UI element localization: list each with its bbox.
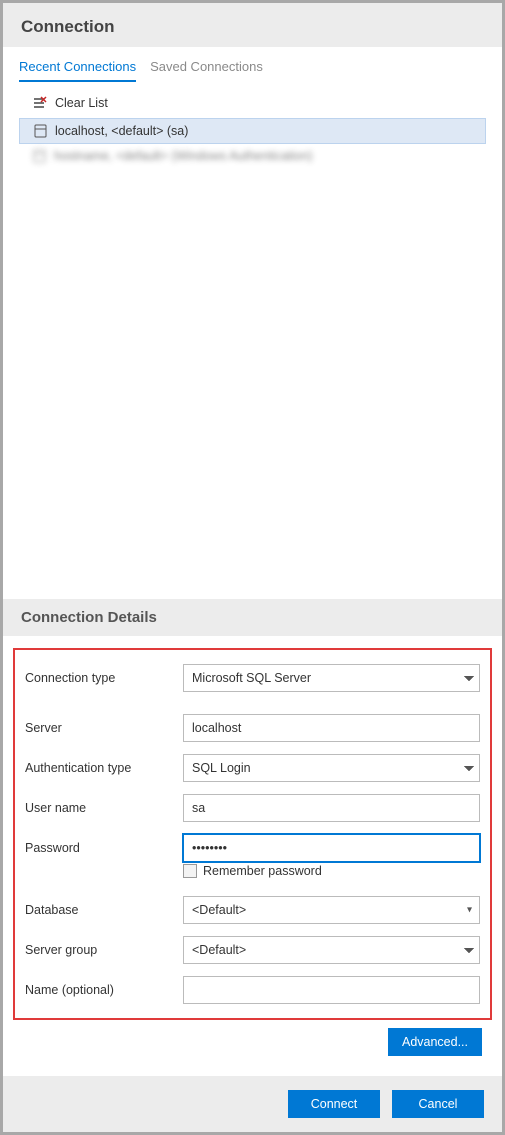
user-name-label: User name	[25, 801, 183, 815]
server-icon	[33, 149, 46, 163]
connect-button[interactable]: Connect	[288, 1090, 380, 1118]
server-label: Server	[25, 721, 183, 735]
connection-type-select[interactable]: Microsoft SQL Server	[183, 664, 480, 692]
details-body: Connection type Microsoft SQL Server Ser…	[3, 636, 502, 1076]
server-input[interactable]	[183, 714, 480, 742]
server-group-label: Server group	[25, 943, 183, 957]
connection-row-label: hostname, <default> (Windows Authenticat…	[54, 149, 312, 163]
advanced-button[interactable]: Advanced...	[388, 1028, 482, 1056]
auth-type-label: Authentication type	[25, 761, 183, 775]
details-title: Connection Details	[21, 609, 484, 626]
server-icon	[34, 124, 47, 138]
connection-row[interactable]: localhost, <default> (sa)	[19, 118, 486, 144]
server-group-select[interactable]: <Default>	[183, 936, 480, 964]
tab-recent-connections[interactable]: Recent Connections	[19, 55, 136, 82]
password-input[interactable]	[183, 834, 480, 862]
tabs: Recent Connections Saved Connections	[3, 47, 502, 82]
clear-list-label: Clear List	[55, 96, 108, 110]
remember-password-label: Remember password	[203, 864, 322, 878]
checkbox-icon	[183, 864, 197, 878]
connection-list: Clear List localhost, <default> (sa)	[3, 82, 502, 599]
password-label: Password	[25, 841, 183, 855]
dialog-header: Connection	[3, 3, 502, 47]
connection-dialog: Connection Recent Connections Saved Conn…	[0, 0, 505, 1135]
auth-type-select[interactable]: SQL Login	[183, 754, 480, 782]
cancel-button[interactable]: Cancel	[392, 1090, 484, 1118]
user-name-input[interactable]	[183, 794, 480, 822]
dialog-footer: Connect Cancel	[3, 1076, 502, 1132]
remember-password-checkbox[interactable]: Remember password	[183, 864, 480, 878]
main-area: Recent Connections Saved Connections Cle…	[3, 47, 502, 599]
database-label: Database	[25, 903, 183, 917]
details-header: Connection Details	[3, 599, 502, 636]
clear-list-icon	[33, 96, 47, 110]
details-form-highlight: Connection type Microsoft SQL Server Ser…	[13, 648, 492, 1020]
dialog-title: Connection	[21, 17, 484, 37]
connection-row[interactable]: hostname, <default> (Windows Authenticat…	[19, 144, 486, 168]
connection-type-label: Connection type	[25, 671, 183, 685]
name-optional-input[interactable]	[183, 976, 480, 1004]
tab-saved-connections[interactable]: Saved Connections	[150, 55, 263, 82]
clear-list-button[interactable]: Clear List	[19, 92, 486, 118]
connection-row-label: localhost, <default> (sa)	[55, 124, 188, 138]
database-select[interactable]: <Default>	[183, 896, 480, 924]
name-optional-label: Name (optional)	[25, 983, 183, 997]
